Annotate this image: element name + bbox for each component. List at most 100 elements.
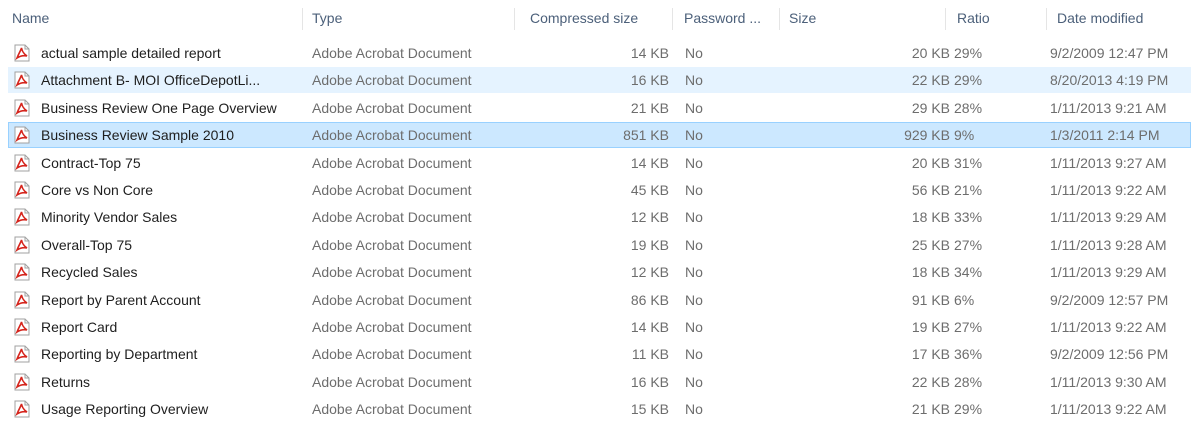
column-header-name[interactable]: Name — [12, 0, 49, 37]
file-row[interactable]: Contract-Top 75 Adobe Acrobat Document 14 … — [8, 150, 1191, 176]
file-password: No — [685, 373, 703, 390]
column-divider[interactable] — [945, 8, 946, 30]
file-compressed-size: 14 KB — [630, 154, 669, 171]
file-ratio: 29% — [954, 401, 983, 418]
file-password: No — [685, 99, 703, 116]
file-ratio: 31% — [954, 154, 983, 171]
file-name: actual sample detailed report — [41, 45, 221, 61]
file-name: Usage Reporting Overview — [41, 401, 209, 418]
file-row[interactable]: Minority Vendor Sales Adobe Acrobat Docum… — [8, 204, 1191, 230]
file-row[interactable]: Overall-Top 75 Adobe Acrobat Document 19 K… — [8, 232, 1191, 258]
file-name: Report Card — [41, 319, 118, 335]
file-name: Attachment B- MOI OfficeDepotLi... — [41, 72, 261, 89]
file-size: 18 KB — [911, 209, 950, 226]
file-size: 91 KB — [911, 291, 950, 308]
column-header-bar: Name Type Compressed size Password ... S… — [0, 0, 1191, 37]
file-date-modified: 9/2/2009 12:57 PM — [1050, 291, 1169, 308]
pdf-icon — [13, 126, 31, 144]
file-size: 29 KB — [911, 99, 950, 116]
file-compressed-size: 16 KB — [630, 373, 669, 390]
column-header-date-modified[interactable]: Date modified — [1057, 0, 1143, 37]
file-row[interactable]: Recycled Sales Adobe Acrobat Document 12 K… — [8, 259, 1191, 285]
file-size: 56 KB — [911, 182, 950, 198]
file-date-modified: 1/11/2013 9:22 AM — [1050, 182, 1167, 198]
file-row[interactable]: Returns Adobe Acrobat Document 16 KB No 22 K… — [8, 369, 1191, 395]
file-row[interactable]: Business Review Sample 2010 Adobe Acrobat… — [8, 122, 1191, 149]
file-ratio: 28% — [954, 99, 983, 116]
file-type: Adobe Acrobat Document — [312, 346, 472, 363]
column-header-compressed-size[interactable]: Compressed size — [530, 0, 638, 37]
file-name: Minority Vendor Sales — [41, 209, 178, 226]
file-compressed-size: 14 KB — [630, 319, 669, 335]
file-compressed-size: 16 KB — [630, 72, 669, 89]
column-divider[interactable] — [779, 8, 780, 30]
column-header-size[interactable]: Size — [789, 0, 816, 37]
file-compressed-size: 45 KB — [630, 182, 669, 198]
file-ratio: 9% — [954, 127, 975, 144]
file-ratio: 6% — [954, 291, 975, 308]
column-divider[interactable] — [1046, 8, 1047, 30]
file-type: Adobe Acrobat Document — [312, 72, 472, 89]
file-ratio: 27% — [954, 236, 983, 253]
file-compressed-size: 15 KB — [630, 401, 669, 418]
file-type: Adobe Acrobat Document — [312, 154, 472, 171]
file-row[interactable]: Reporting by Department Adobe Acrobat Doc… — [8, 341, 1191, 367]
file-ratio: 27% — [954, 319, 983, 335]
file-name: Contract-Top 75 — [41, 154, 141, 171]
file-date-modified: 1/11/2013 9:29 AM — [1050, 209, 1167, 226]
column-divider[interactable] — [672, 8, 673, 30]
file-size: 25 KB — [911, 236, 950, 253]
file-ratio: 34% — [954, 264, 983, 281]
pdf-icon — [13, 263, 31, 281]
file-date-modified: 1/11/2013 9:22 AM — [1050, 319, 1167, 335]
file-name: Report by Parent Account — [41, 291, 201, 308]
file-size: 22 KB — [911, 373, 950, 390]
file-row[interactable]: Report Card Adobe Acrobat Document 14 KB No… — [8, 314, 1191, 340]
pdf-icon — [13, 181, 31, 199]
file-name: Reporting by Department — [41, 346, 198, 363]
pdf-icon — [13, 71, 31, 89]
file-type: Adobe Acrobat Document — [312, 127, 472, 144]
column-header-password[interactable]: Password ... — [684, 0, 761, 37]
column-header-type[interactable]: Type — [312, 0, 342, 37]
file-password: No — [685, 45, 703, 61]
file-size: 17 KB — [911, 346, 950, 363]
file-row[interactable]: Report by Parent Account Adobe Acrobat Do… — [8, 287, 1191, 313]
file-type: Adobe Acrobat Document — [312, 236, 472, 253]
file-name: Overall-Top 75 — [41, 236, 133, 253]
file-row[interactable]: Usage Reporting Overview Adobe Acrobat Do… — [8, 396, 1191, 422]
file-compressed-size: 11 KB — [631, 346, 669, 363]
file-ratio: 33% — [954, 209, 983, 226]
file-row[interactable]: actual sample detailed report Adobe Acrob… — [8, 40, 1191, 66]
file-ratio: 28% — [954, 373, 983, 390]
file-password: No — [685, 291, 703, 308]
column-divider[interactable] — [302, 8, 303, 30]
file-compressed-size: 12 KB — [630, 264, 669, 281]
file-compressed-size: 14 KB — [630, 45, 669, 61]
file-type: Adobe Acrobat Document — [312, 209, 472, 226]
pdf-icon — [13, 208, 31, 226]
file-type: Adobe Acrobat Document — [312, 45, 472, 61]
file-password: No — [685, 127, 703, 144]
file-name: Core vs Non Core — [41, 182, 154, 198]
file-type: Adobe Acrobat Document — [312, 373, 472, 390]
file-size: 20 KB — [911, 154, 950, 171]
file-size: 929 KB — [904, 127, 950, 144]
file-row[interactable]: Attachment B- MOI OfficeDepotLi... Adobe … — [8, 67, 1191, 94]
pdf-icon — [13, 99, 31, 117]
file-row[interactable]: Business Review One Page Overview Adobe A… — [8, 95, 1191, 121]
file-date-modified: 1/3/2011 2:14 PM — [1050, 127, 1160, 144]
pdf-icon — [13, 318, 31, 336]
file-password: No — [685, 401, 703, 418]
file-ratio: 36% — [954, 346, 983, 363]
column-header-ratio[interactable]: Ratio — [957, 0, 990, 37]
file-date-modified: 8/20/2013 4:19 PM — [1050, 72, 1169, 89]
file-row[interactable]: Core vs Non Core Adobe Acrobat Document 45… — [8, 177, 1191, 203]
column-divider[interactable] — [514, 8, 515, 30]
file-date-modified: 1/11/2013 9:29 AM — [1050, 264, 1167, 281]
file-compressed-size: 851 KB — [623, 127, 669, 144]
pdf-icon — [13, 291, 31, 309]
file-password: No — [685, 264, 703, 281]
file-date-modified: 1/11/2013 9:28 AM — [1050, 236, 1167, 253]
file-date-modified: 1/11/2013 9:21 AM — [1050, 99, 1167, 116]
